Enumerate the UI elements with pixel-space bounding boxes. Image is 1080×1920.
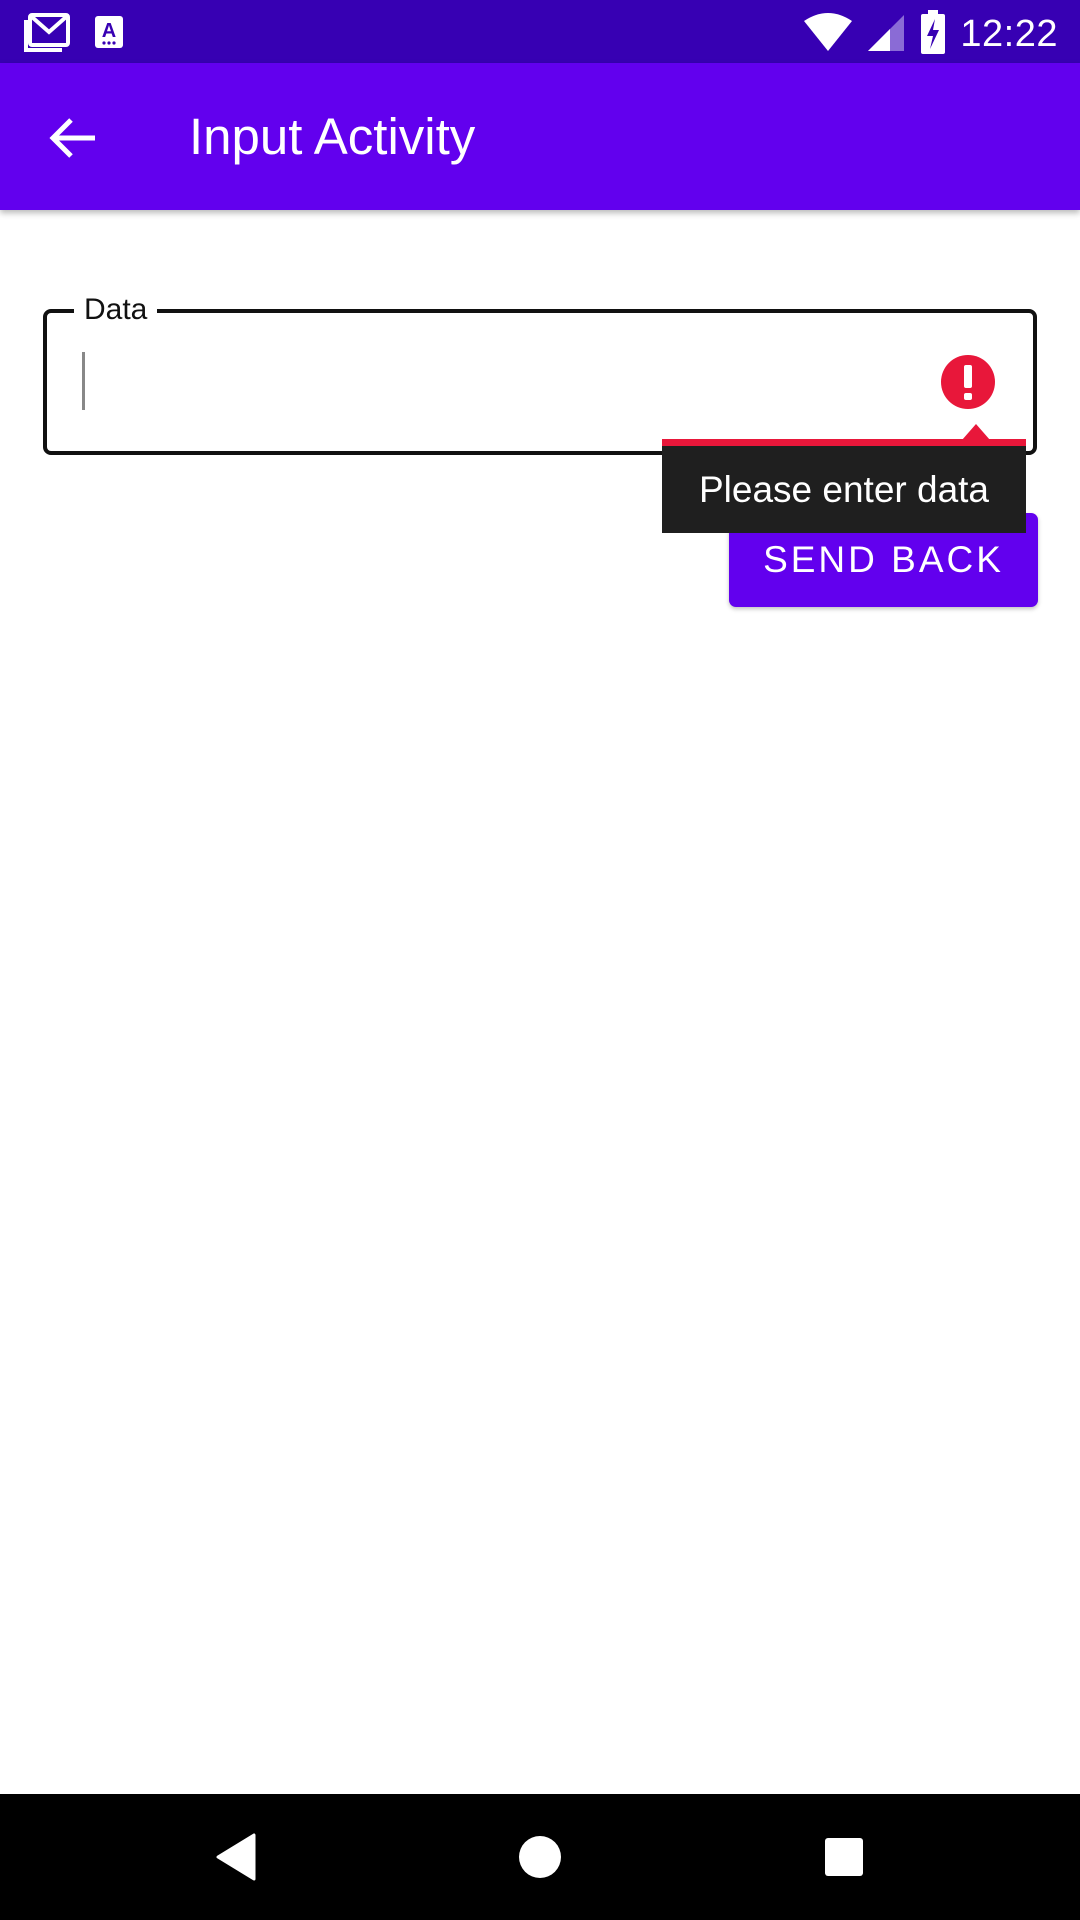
data-field-label: Data	[74, 292, 158, 328]
status-left-icons: A	[24, 12, 124, 57]
status-time: 12:22	[960, 13, 1058, 55]
nav-back-button[interactable]	[166, 1794, 306, 1920]
battery-charging-icon	[920, 10, 946, 59]
back-button[interactable]	[40, 105, 106, 171]
tooltip-pointer	[962, 424, 990, 440]
nav-recents-icon	[825, 1838, 863, 1876]
tooltip-accent-bar	[662, 439, 1026, 446]
text-app-icon: A	[94, 15, 124, 54]
error-tooltip: Please enter data	[662, 446, 1026, 533]
nav-home-icon	[519, 1836, 561, 1878]
app-bar: Input Activity	[0, 63, 1080, 210]
status-bar: A 12:22	[0, 0, 1080, 63]
svg-text:A: A	[102, 20, 116, 42]
data-input[interactable]	[70, 335, 910, 425]
nav-home-button[interactable]	[470, 1794, 610, 1920]
navigation-bar	[0, 1794, 1080, 1920]
nav-back-icon	[216, 1833, 256, 1881]
gmail-icon	[24, 12, 70, 57]
wifi-icon	[804, 13, 853, 56]
page-title: Input Activity	[189, 108, 476, 165]
arrow-back-icon	[49, 118, 95, 158]
status-right-icons: 12:22	[804, 10, 1058, 59]
error-icon	[941, 355, 995, 409]
cell-signal-icon	[866, 13, 906, 56]
nav-recents-button[interactable]	[774, 1794, 914, 1920]
